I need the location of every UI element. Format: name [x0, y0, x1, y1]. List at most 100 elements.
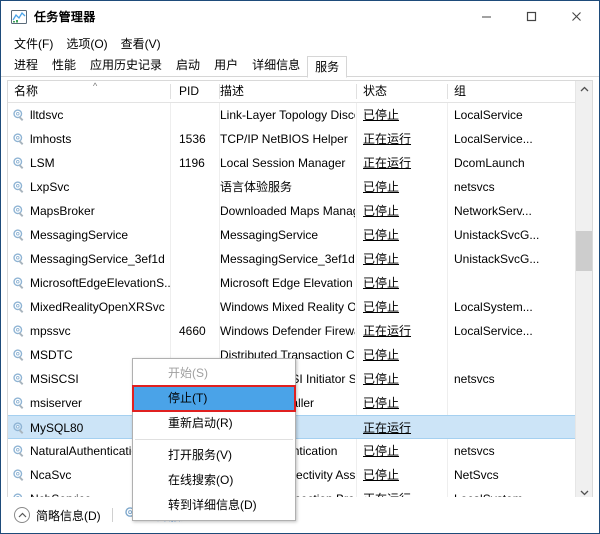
context-menu-item[interactable]: 转到详细信息(D)	[133, 493, 295, 518]
row-group-cell	[448, 271, 578, 295]
vertical-scrollbar[interactable]	[575, 81, 592, 501]
column-header-name-label: 名称	[14, 84, 39, 98]
table-row[interactable]: MapsBroker Downloaded Maps Manager 已停止 Netw…	[8, 199, 592, 223]
menu-file[interactable]: 文件(F)	[10, 33, 62, 54]
table-row[interactable]: lltdsvc Link-Layer Topology Discovery ...…	[8, 103, 592, 127]
column-header-status[interactable]: 状态	[357, 81, 448, 102]
status-text: 已停止	[363, 348, 400, 362]
column-header-description[interactable]: 描述	[220, 81, 357, 102]
status-text: 已停止	[363, 276, 400, 290]
tab-processes[interactable]: 进程	[7, 55, 45, 77]
menu-options[interactable]: 选项(O)	[62, 33, 116, 54]
menu-view[interactable]: 查看(V)	[117, 33, 170, 54]
table-row[interactable]: MessagingService MessagingService 已停止 Unist…	[8, 223, 592, 247]
status-text: 已停止	[363, 396, 400, 410]
context-menu-item[interactable]: 重新启动(R)	[133, 411, 295, 436]
table-row[interactable]: MSiSCSIMicrosoft iSCSI Initiator Service…	[8, 367, 592, 391]
status-text: 正在运行	[363, 324, 412, 338]
row-name-cell: LxpSvc	[30, 180, 70, 194]
row-group-cell: LocalService...	[454, 324, 533, 338]
close-button[interactable]	[554, 1, 599, 32]
status-text: 正在运行	[363, 132, 412, 146]
column-header-pid[interactable]: PID	[171, 81, 220, 102]
row-pid-cell	[171, 199, 219, 223]
row-status-cell: 已停止	[357, 367, 447, 391]
context-menu-item[interactable]: 在线搜索(O)	[133, 468, 295, 493]
row-pid-cell	[171, 271, 219, 295]
task-manager-icon	[11, 9, 27, 25]
table-row[interactable]: MessagingService_3ef1d MessagingService_3…	[8, 247, 592, 271]
row-name-cell: MessagingService	[30, 228, 129, 242]
table-row[interactable]: LxpSvc 语言体验服务 已停止 netsvcs	[8, 175, 592, 199]
tab-services[interactable]: 服务	[307, 56, 348, 78]
table-row[interactable]: NcaSvcNetwork Connectivity Assistant已停止N…	[8, 463, 592, 487]
row-group-cell: LocalSystem...	[454, 300, 533, 314]
services-table: 名称 ^ PID 描述 状态 组 lltdsvc Link-Layer Topo…	[7, 80, 593, 502]
context-menu-item: 开始(S)	[168, 366, 208, 380]
row-status-cell: 已停止	[357, 271, 447, 295]
context-menu-item[interactable]: 打开服务(V)	[133, 443, 295, 468]
window-title: 任务管理器	[34, 10, 96, 24]
table-row[interactable]: mpssvc 4660 Windows Defender Firewall 正在运行 L…	[8, 319, 592, 343]
maximize-button[interactable]	[509, 1, 554, 32]
row-pid-cell	[171, 223, 219, 247]
context-menu-item[interactable]: 停止(T)	[132, 385, 296, 412]
row-name-cell: MicrosoftEdgeElevationS...	[30, 276, 171, 290]
row-description-cell: Microsoft Edge Elevation Service...	[220, 276, 355, 290]
row-group-cell	[448, 343, 578, 367]
tab-details[interactable]: 详细信息	[245, 55, 307, 77]
row-description-cell: TCP/IP NetBIOS Helper	[220, 132, 348, 146]
row-status-cell: 已停止	[357, 463, 447, 487]
table-row[interactable]: MySQL809838MySQL80正在运行	[8, 415, 592, 439]
table-row[interactable]: MicrosoftEdgeElevationS... Microsoft Edge…	[8, 271, 592, 295]
row-status-cell: 已停止	[357, 199, 447, 223]
table-row[interactable]: NaturalAuthenticationNatural Authenticat…	[8, 439, 592, 463]
minimize-button[interactable]	[464, 1, 509, 32]
column-header-description-label: 描述	[220, 84, 245, 98]
row-status-cell: 正在运行	[357, 416, 447, 440]
column-header-pid-label: PID	[179, 84, 200, 98]
service-context-menu: 开始(S) 停止(T) 重新启动(R) 打开服务(V) 在线搜索(O) 转到详细信息(D)	[132, 358, 296, 521]
row-pid-cell	[171, 247, 219, 271]
row-status-cell: 已停止	[357, 343, 447, 367]
row-group-cell: netsvcs	[454, 372, 495, 386]
column-header-name[interactable]: 名称 ^	[8, 81, 171, 102]
row-description-cell: Windows Mixed Reality OpenXR ...	[220, 300, 355, 314]
status-text: 已停止	[363, 252, 400, 266]
status-text: 已停止	[363, 300, 400, 314]
row-name-cell: mpssvc	[30, 324, 71, 338]
row-status-cell: 已停止	[357, 439, 447, 463]
row-status-cell: 正在运行	[357, 151, 447, 175]
footer-divider	[111, 508, 113, 522]
row-description-cell: MessagingService	[220, 228, 319, 242]
tab-startup[interactable]: 启动	[169, 55, 207, 77]
row-status-cell: 已停止	[357, 175, 447, 199]
fewer-details-button[interactable]: 简略信息(D)	[14, 507, 101, 524]
table-row[interactable]: MSDTCDistributed Transaction Coordina...…	[8, 343, 592, 367]
row-group-cell	[448, 416, 578, 440]
tab-users[interactable]: 用户	[207, 55, 245, 77]
row-description-cell: Local Session Manager	[220, 156, 346, 170]
table-row[interactable]: msiserverWindows Installer已停止	[8, 391, 592, 415]
table-row[interactable]: MixedRealityOpenXRSvc Windows Mixed Reali…	[8, 295, 592, 319]
status-text: 已停止	[363, 204, 400, 218]
row-status-cell: 已停止	[357, 103, 447, 127]
table-row[interactable]: LSM 1196 Local Session Manager 正在运行 DcomLaun…	[8, 151, 592, 175]
row-name-cell: LSM	[30, 156, 55, 170]
row-group-cell: LocalService	[454, 108, 523, 122]
tab-performance[interactable]: 性能	[45, 55, 83, 77]
row-group-cell: NetSvcs	[454, 468, 499, 482]
row-description-cell: Downloaded Maps Manager	[220, 204, 355, 218]
column-header-group[interactable]: 组	[448, 81, 577, 102]
context-menu-separator	[135, 439, 293, 440]
sort-ascending-icon: ^	[93, 81, 98, 91]
scrollbar-up-arrow-icon[interactable]	[576, 81, 592, 98]
scrollbar-thumb[interactable]	[576, 231, 592, 271]
row-group-cell: DcomLaunch	[454, 156, 525, 170]
title-bar-left: 任务管理器	[11, 8, 96, 25]
status-text: 已停止	[363, 372, 400, 386]
tab-strip: 进程 性能 应用历史记录 启动 用户 详细信息 服务	[1, 54, 599, 78]
row-name-cell: MapsBroker	[30, 204, 95, 218]
table-row[interactable]: lmhosts 1536 TCP/IP NetBIOS Helper 正在运行 Loca…	[8, 127, 592, 151]
tab-app-history[interactable]: 应用历史记录	[83, 55, 169, 77]
